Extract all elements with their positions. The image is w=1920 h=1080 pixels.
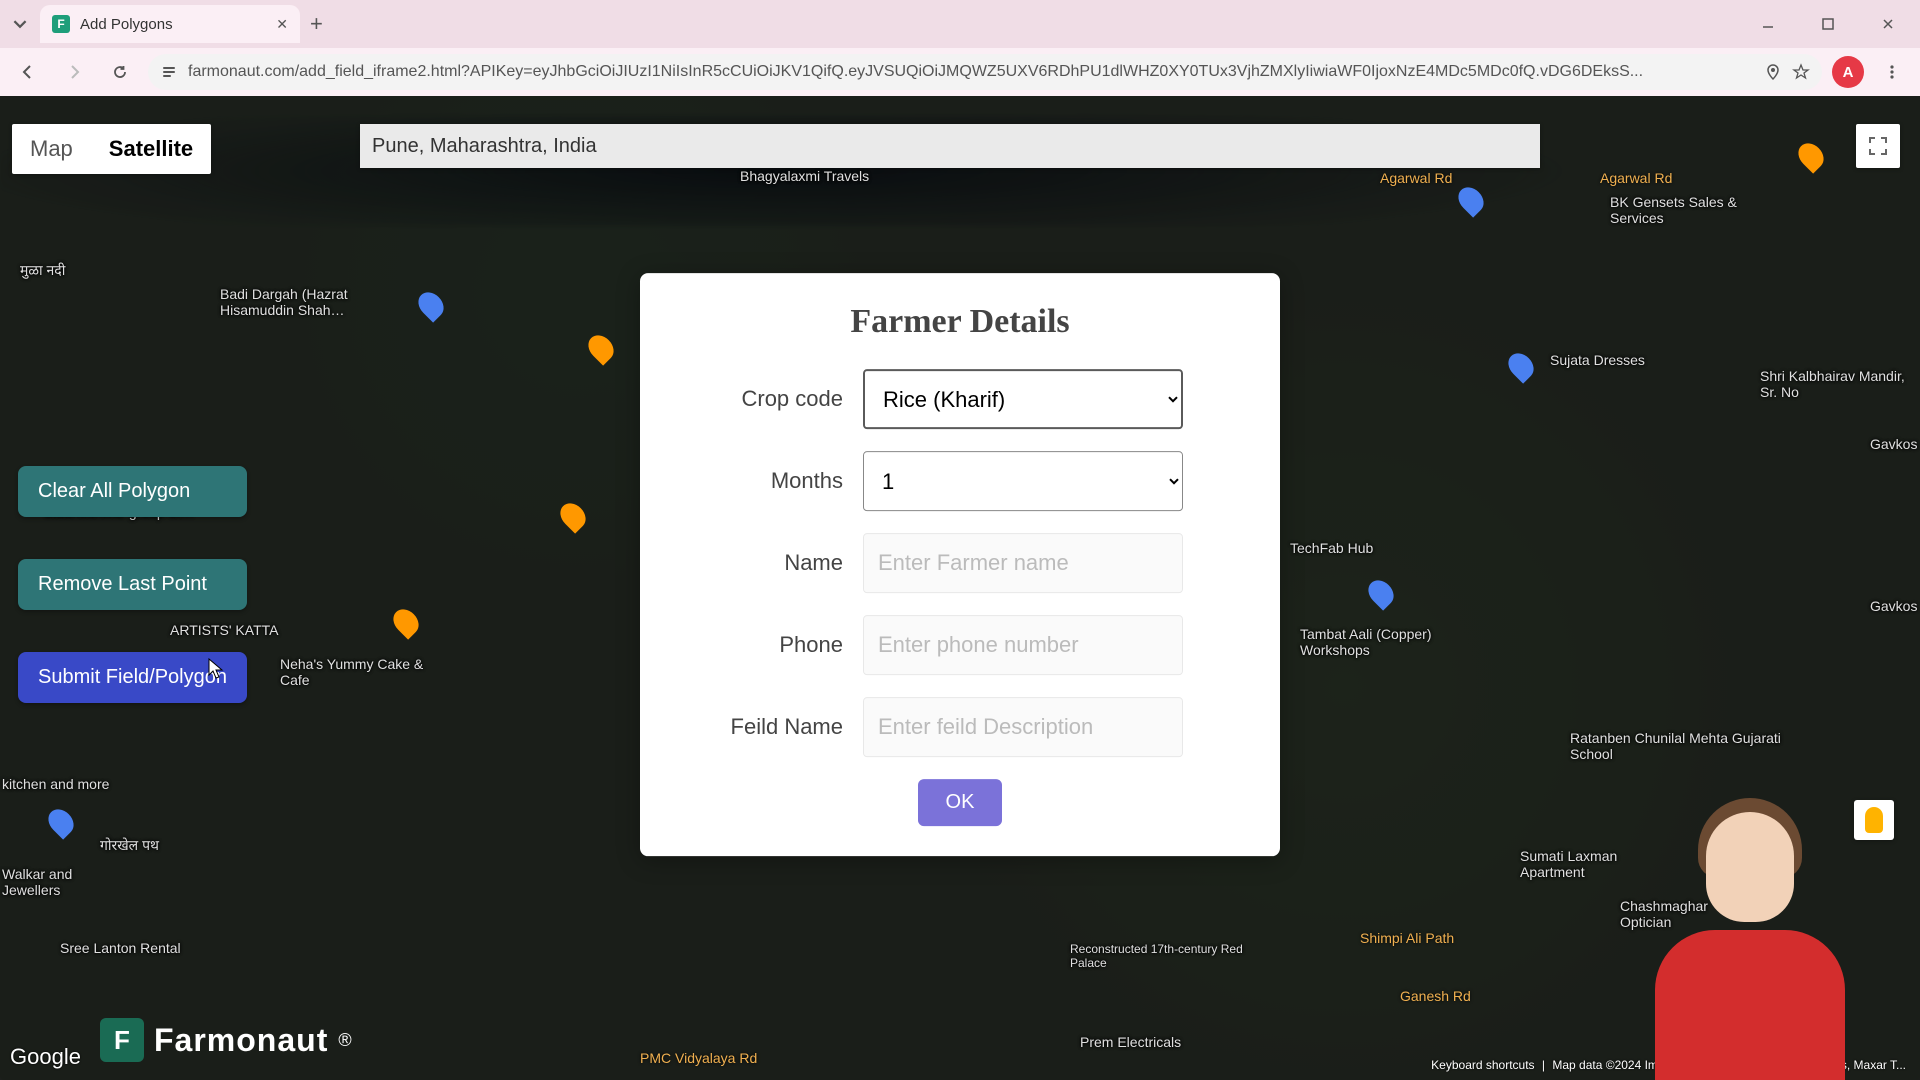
map-type-satellite[interactable]: Satellite (91, 124, 211, 174)
tab-title: Add Polygons (80, 16, 266, 33)
farmer-name-input[interactable] (863, 533, 1183, 593)
url-text: farmonaut.com/add_field_iframe2.html?API… (188, 63, 1754, 81)
bookmark-star-icon[interactable] (1792, 63, 1810, 81)
tab-row: F Add Polygons ✕ + (0, 0, 1920, 48)
clear-polygon-button[interactable]: Clear All Polygon (18, 466, 247, 517)
name-label: Name (688, 550, 843, 576)
months-label: Months (688, 468, 843, 494)
polygon-button-group: Clear All Polygon Remove Last Point Subm… (18, 466, 247, 703)
map-type-toggle: Map Satellite (12, 124, 211, 174)
farmer-details-modal: Farmer Details Crop code Rice (Kharif) M… (640, 273, 1280, 856)
phone-label: Phone (688, 632, 843, 658)
field-name-label: Feild Name (688, 714, 843, 740)
modal-title: Farmer Details (688, 303, 1232, 341)
months-select[interactable]: 1 (863, 451, 1183, 511)
minimize-button[interactable] (1740, 4, 1796, 44)
tab-close-icon[interactable]: ✕ (276, 16, 288, 33)
field-name-input[interactable] (863, 697, 1183, 757)
map-viewport[interactable]: Bhagyalaxmi Travels Badi Dargah (Hazrat … (0, 96, 1920, 1080)
tab-search-dropdown[interactable] (6, 10, 34, 38)
browser-menu-button[interactable] (1874, 54, 1910, 90)
favicon-icon: F (52, 15, 70, 33)
new-tab-button[interactable]: + (310, 11, 323, 37)
maximize-button[interactable] (1800, 4, 1856, 44)
address-bar[interactable]: farmonaut.com/add_field_iframe2.html?API… (148, 54, 1822, 90)
close-window-button[interactable] (1860, 4, 1916, 44)
farmonaut-logo: F Farmonaut ® (100, 1018, 352, 1062)
browser-tab[interactable]: F Add Polygons ✕ (40, 5, 300, 43)
pegman-button[interactable] (1854, 800, 1894, 840)
pegman-icon (1865, 807, 1883, 833)
map-search-input[interactable]: Pune, Maharashtra, India (360, 124, 1540, 168)
profile-avatar[interactable]: A (1832, 56, 1864, 88)
fullscreen-button[interactable] (1856, 124, 1900, 168)
forward-button[interactable] (56, 54, 92, 90)
map-data-text: Map data ©2024 Imagery ©2024 Airbus, CNE… (1552, 1058, 1906, 1072)
crop-code-label: Crop code (688, 386, 843, 412)
submit-polygon-button[interactable]: Submit Field/Polygon (18, 652, 247, 703)
address-bar-row: farmonaut.com/add_field_iframe2.html?API… (0, 48, 1920, 96)
logo-text: Farmonaut (154, 1022, 328, 1059)
reload-button[interactable] (102, 54, 138, 90)
registered-mark: ® (338, 1030, 351, 1051)
phone-input[interactable] (863, 615, 1183, 675)
location-pin-icon[interactable] (1764, 63, 1782, 81)
back-button[interactable] (10, 54, 46, 90)
browser-chrome: F Add Polygons ✕ + farmonaut.com/add_fie… (0, 0, 1920, 96)
keyboard-shortcuts-link[interactable]: Keyboard shortcuts (1431, 1058, 1534, 1072)
logo-mark-icon: F (100, 1018, 144, 1062)
remove-point-button[interactable]: Remove Last Point (18, 559, 247, 610)
site-info-icon[interactable] (160, 63, 178, 81)
google-logo: Google (10, 1044, 81, 1070)
ok-button[interactable]: OK (918, 779, 1003, 826)
crop-code-select[interactable]: Rice (Kharif) (863, 369, 1183, 429)
map-attribution: Keyboard shortcuts | Map data ©2024 Imag… (1427, 1058, 1910, 1072)
map-type-map[interactable]: Map (12, 124, 91, 174)
